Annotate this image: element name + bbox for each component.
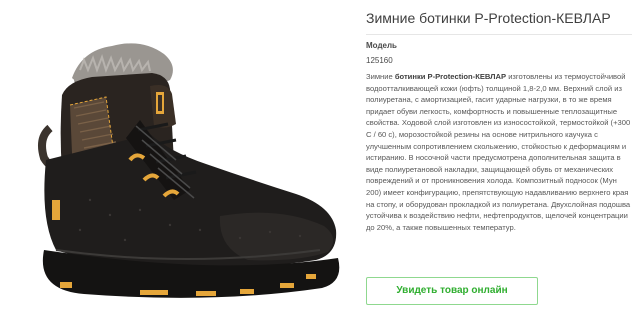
product-title: Зимние ботинки P-Protection-КЕВЛАР	[366, 10, 611, 26]
view-product-online-button[interactable]: Увидеть товар онлайн	[366, 277, 538, 305]
product-description: Зимние ботинки P-Protection-КЕВЛАР изгот…	[366, 71, 632, 233]
model-value: 125160	[366, 56, 393, 65]
product-info: Зимние ботинки P-Protection-КЕВЛАР Модел…	[366, 0, 634, 318]
model-label: Модель	[366, 41, 397, 50]
description-text: изготовлены из термоустойчивой водооттал…	[366, 72, 631, 232]
description-prefix: Зимние	[366, 72, 395, 81]
winter-work-boot-icon	[38, 43, 340, 298]
description-product-name: ботинки P-Protection-КЕВЛАР	[394, 72, 507, 81]
product-card: Зимние ботинки P-Protection-КЕВЛАР Модел…	[0, 0, 640, 318]
product-image	[0, 0, 352, 318]
title-divider	[366, 34, 632, 35]
